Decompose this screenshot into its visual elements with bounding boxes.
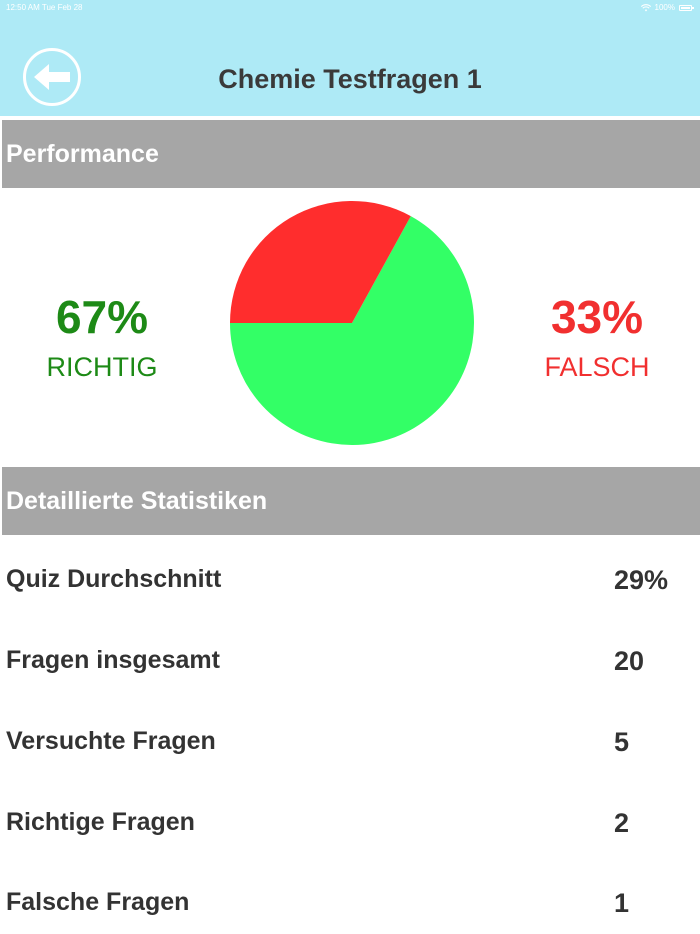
stat-label: Quiz Durchschnitt <box>6 565 222 593</box>
wifi-icon <box>640 4 651 12</box>
stat-value: 5 <box>614 727 630 757</box>
stat-value: 20 <box>614 646 645 676</box>
battery-icon <box>679 5 694 11</box>
top-bar: 12:50 AM Tue Feb 28 100% Chemie Testfrag… <box>0 0 700 116</box>
wrong-percent: 33% <box>550 291 644 343</box>
stat-label: Versuchte Fragen <box>6 727 216 755</box>
performance-section-header: Performance <box>2 120 700 188</box>
header-divider <box>0 116 700 118</box>
stat-label: Falsche Fragen <box>6 888 190 916</box>
stat-label: Richtige Fragen <box>6 808 195 836</box>
stat-value: 1 <box>614 888 630 918</box>
status-time-date: 12:50 AM Tue Feb 28 <box>6 3 83 12</box>
stat-value: 2 <box>614 808 630 838</box>
performance-pie-chart <box>230 201 474 445</box>
status-right: 100% <box>640 2 694 14</box>
correct-label: RICHTIG <box>46 352 158 382</box>
stats-section-header: Detaillierte Statistiken <box>2 467 700 535</box>
correct-percent: 67% <box>55 291 149 343</box>
stat-value: 29% <box>614 565 669 595</box>
stat-label: Fragen insgesamt <box>6 646 220 674</box>
battery-percent: 100% <box>654 3 675 12</box>
page-title: Chemie Testfragen 1 <box>218 64 482 94</box>
wrong-label: FALSCH <box>544 352 650 382</box>
